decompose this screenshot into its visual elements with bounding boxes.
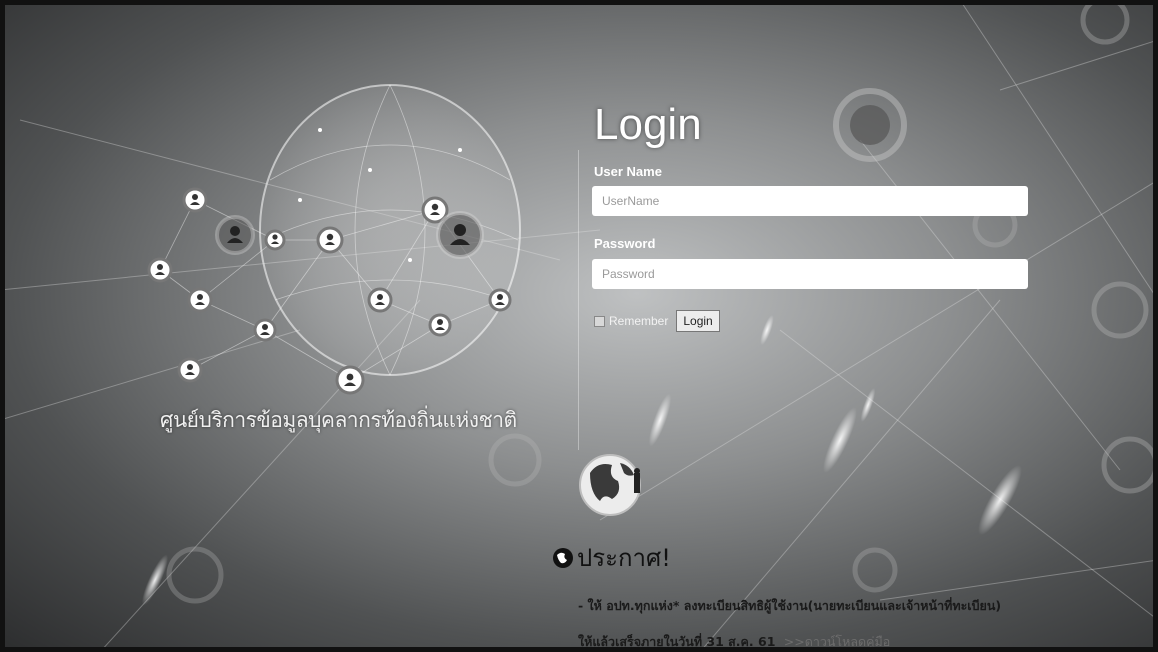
person-node-icon: [253, 318, 277, 342]
person-node-icon: [488, 288, 512, 312]
announcement-deadline: ให้แล้วเสร็จภายในวันที่ 31 ส.ค. 61: [578, 634, 776, 649]
person-node-icon: [316, 226, 344, 254]
vertical-divider: [578, 150, 579, 450]
login-button[interactable]: Login: [676, 310, 720, 332]
download-manual-link[interactable]: >>ดาวน์โหลดคู่มือ: [784, 634, 891, 649]
announcement-line-1: - ให้ อปท.ทุกแห่ง* ลงทะเบียนสิทธิผู้ใช้ง…: [578, 598, 1002, 613]
person-node-icon: [182, 187, 208, 213]
remember-row: Remember Login: [594, 310, 720, 332]
username-label: User Name: [594, 164, 662, 179]
person-node-icon: [367, 287, 393, 313]
password-label: Password: [594, 236, 656, 251]
username-input[interactable]: [592, 186, 1028, 216]
person-node-icon: [177, 357, 203, 383]
announcement-title-text: ประกาศ!: [577, 544, 671, 572]
remember-checkbox[interactable]: [594, 315, 605, 327]
person-node-icon: [187, 287, 213, 313]
globe-bullet-icon: [553, 547, 573, 568]
person-node-icon: [215, 215, 255, 255]
site-tagline: ศูนย์บริการข้อมูลบุคลากรท้องถิ่นแห่งชาติ: [160, 408, 517, 432]
password-input[interactable]: [592, 259, 1028, 289]
network-globe-icon: [147, 84, 521, 395]
person-node-icon: [436, 211, 484, 259]
earth-icon: [579, 454, 641, 516]
person-node-icon: [147, 257, 173, 283]
login-title: Login: [594, 100, 702, 149]
announcement-line-2: ให้แล้วเสร็จภายในวันที่ 31 ส.ค. 61 >>ดาว…: [578, 632, 890, 652]
remember-label: Remember: [609, 314, 669, 328]
person-node-icon: [428, 313, 452, 337]
person-node-icon: [264, 229, 286, 251]
announcement-title: ประกาศ!: [552, 538, 671, 577]
person-node-icon: [335, 365, 365, 395]
